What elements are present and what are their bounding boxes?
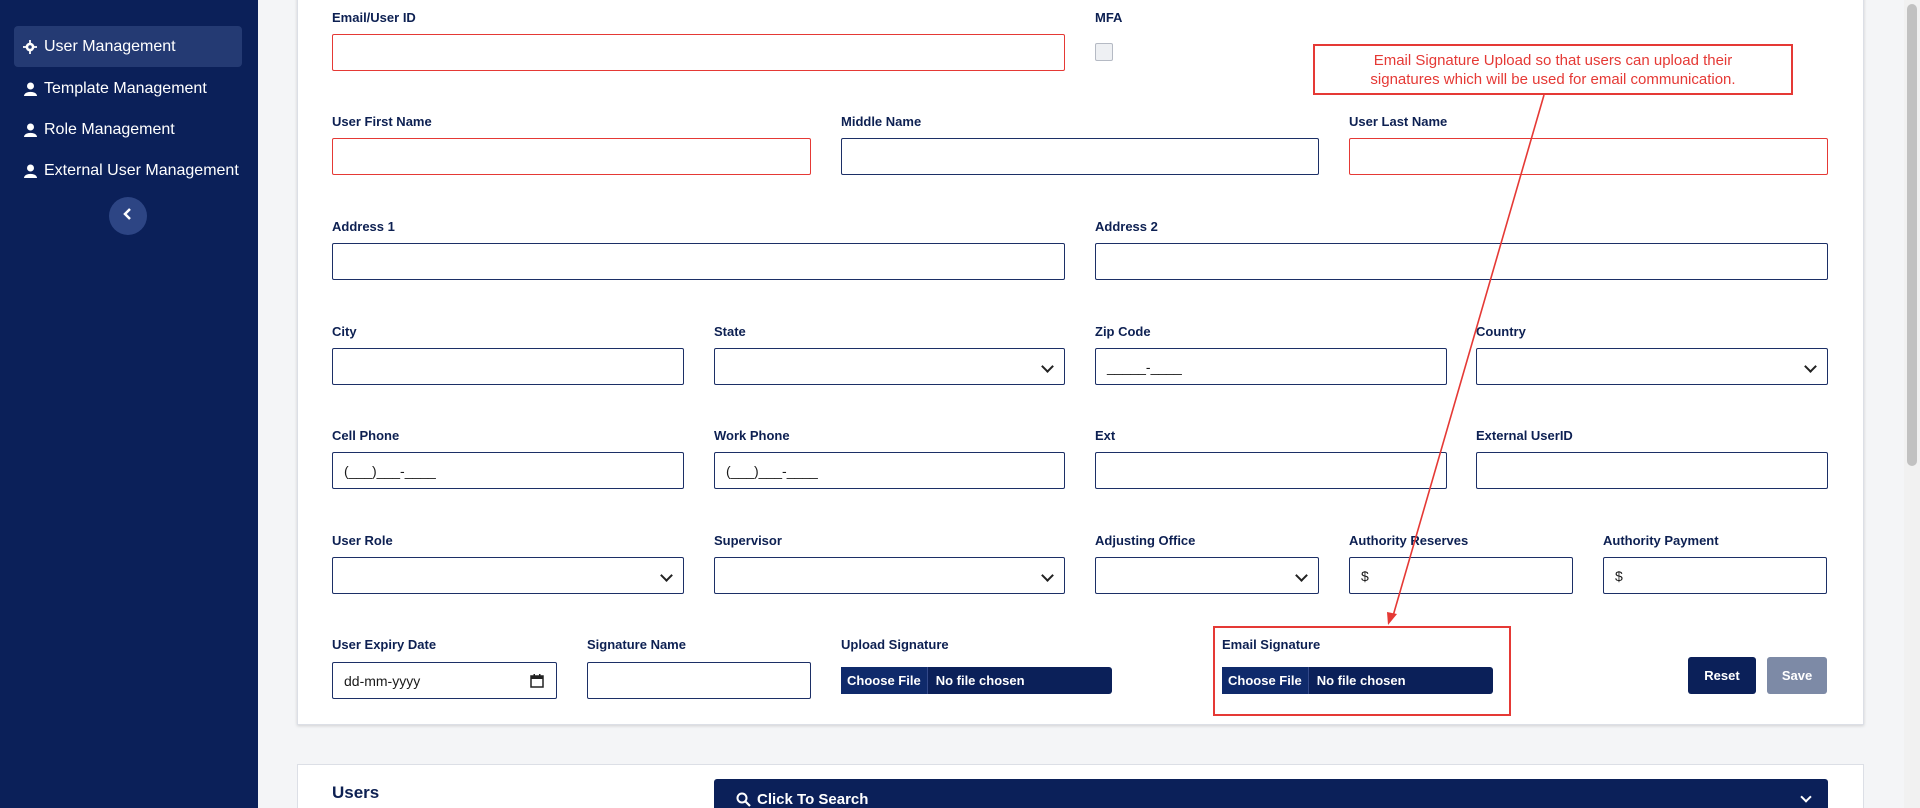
annotation-callout: Email Signature Upload so that users can… — [1313, 44, 1793, 95]
search-label: Click To Search — [757, 790, 869, 808]
scrollbar-thumb[interactable] — [1907, 4, 1917, 466]
page-scrollbar[interactable] — [1904, 0, 1920, 808]
chevron-down-icon — [1800, 791, 1812, 803]
annotation-line-1: Email Signature Upload so that users can… — [1373, 52, 1733, 69]
annotation-arrow — [1387, 94, 1545, 625]
search-icon — [736, 792, 751, 807]
users-title: Users — [332, 783, 380, 802]
annotation-line-2: signatures which will be used for email … — [1370, 71, 1736, 88]
click-to-search-bar[interactable]: Click To Search — [714, 779, 1828, 808]
